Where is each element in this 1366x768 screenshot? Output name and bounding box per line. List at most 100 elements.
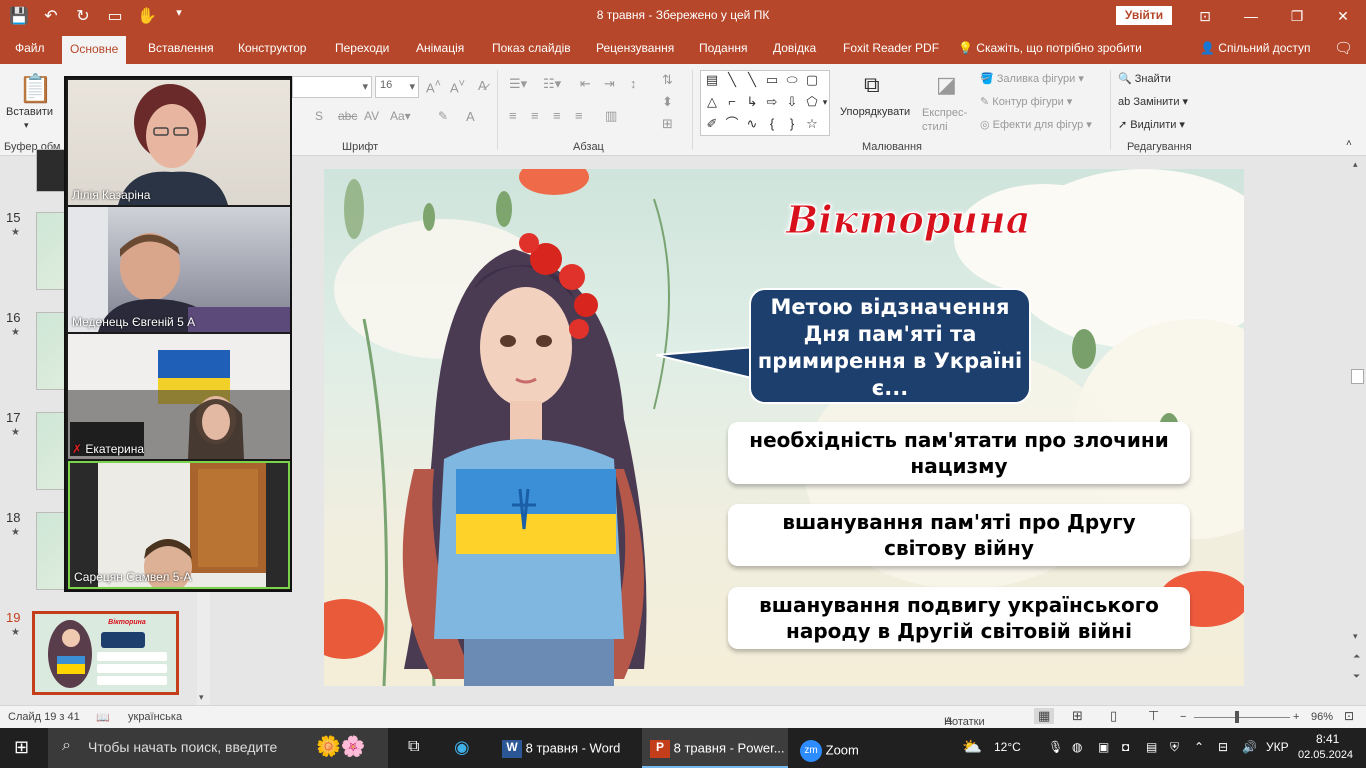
taskbar-app-zoom[interactable]: zm Zoom: [792, 728, 892, 768]
spellcheck-icon[interactable]: 📖: [96, 711, 110, 724]
taskbar-app-word[interactable]: W 8 травня - Word: [494, 728, 640, 768]
quick-styles-button[interactable]: Експрес-стилі: [922, 106, 974, 134]
keyboard-language[interactable]: УКР: [1266, 740, 1289, 754]
elbow-connector-icon[interactable]: ⌐: [724, 95, 740, 109]
zoom-slider[interactable]: [1194, 717, 1290, 718]
slide-title[interactable]: Вікторина: [785, 197, 1030, 243]
close-icon[interactable]: ✕: [1320, 0, 1366, 32]
windows-start-icon[interactable]: ⊞: [14, 737, 29, 758]
video-tile[interactable]: ✗ Екатерина: [68, 334, 290, 459]
justify-icon[interactable]: ≡: [575, 108, 583, 123]
shape-outline-button[interactable]: ✎ Контур фігури ▾: [980, 95, 1072, 108]
strikethrough-icon[interactable]: abc: [338, 109, 357, 123]
font-color-icon[interactable]: A: [466, 109, 475, 124]
current-slide[interactable]: Вікторина Метою відзначення Дня пам'яті …: [324, 169, 1244, 686]
normal-view-icon[interactable]: ▦: [1034, 708, 1055, 724]
security-icon[interactable]: ⛨: [1170, 740, 1179, 755]
video-tile[interactable]: Лілія Казаріна: [68, 80, 290, 205]
right-brace-icon[interactable]: }: [784, 117, 800, 131]
slide-scrollbar[interactable]: ▴ ▾ ⏶ ⏷: [1349, 157, 1366, 705]
next-slide-icon[interactable]: ⏷: [1353, 671, 1360, 682]
weather-temperature[interactable]: 12°C: [994, 740, 1021, 754]
task-view-icon[interactable]: ⧉: [408, 738, 419, 756]
triangle-shape-icon[interactable]: △: [704, 95, 720, 109]
left-brace-icon[interactable]: {: [764, 117, 780, 131]
arc-shape-icon[interactable]: ⌒: [724, 117, 740, 131]
clock-time[interactable]: 8:41: [1316, 732, 1339, 746]
slideshow-view-icon[interactable]: ⊤: [1148, 708, 1159, 724]
tab-review[interactable]: Рецензування: [596, 41, 674, 55]
weather-icon[interactable]: ⛅: [962, 737, 982, 757]
tab-foxit[interactable]: Foxit Reader PDF: [843, 41, 939, 55]
zoom-tray-icon[interactable]: ◍: [1072, 740, 1082, 754]
zoom-level[interactable]: 96%: [1311, 711, 1333, 723]
rectangle-shape-icon[interactable]: ▭: [764, 73, 780, 87]
sign-in-button[interactable]: Увійти: [1116, 6, 1172, 25]
minimize-icon[interactable]: —: [1228, 0, 1274, 32]
taskbar-app-powerpoint[interactable]: P 8 травня - Power...: [642, 728, 788, 768]
rounded-rect-shape-icon[interactable]: ▢: [804, 73, 820, 87]
increase-indent-icon[interactable]: ⇥: [604, 76, 615, 92]
tab-transitions[interactable]: Переходи: [335, 41, 389, 55]
paste-icon[interactable]: 📋: [18, 72, 53, 105]
video-tile[interactable]: Меденець Євгеній 5 А: [68, 207, 290, 332]
grow-font-icon[interactable]: A˄: [426, 78, 441, 95]
freeform-shape-icon[interactable]: ✐: [704, 117, 720, 131]
language-indicator[interactable]: українська: [128, 711, 182, 723]
video-tile-active-speaker[interactable]: Сарецян Самвел 5-А: [68, 461, 290, 589]
tab-home[interactable]: Основне: [62, 36, 127, 64]
highlight-icon[interactable]: ✎: [438, 109, 448, 123]
change-case-icon[interactable]: Aa▾: [390, 109, 411, 123]
question-bubble[interactable]: Метою відзначення Дня пам'яті та примире…: [749, 288, 1031, 404]
volume-icon[interactable]: 🔊: [1242, 740, 1257, 754]
tab-slideshow[interactable]: Показ слайдів: [492, 41, 571, 55]
down-arrow-shape-icon[interactable]: ⇩: [784, 95, 800, 109]
restore-icon[interactable]: ❐: [1274, 0, 1320, 32]
curve-shape-icon[interactable]: ∿: [744, 117, 760, 131]
shadow-text-icon[interactable]: S: [315, 109, 323, 123]
font-name-box[interactable]: ▾: [292, 76, 372, 98]
taskbar-search-box[interactable]: ⌕ Чтобы начать поиск, введите 🌼🌸: [48, 728, 388, 768]
textbox-shape-icon[interactable]: ▤: [704, 73, 720, 87]
answer-option-1[interactable]: необхідність пам'ятати про злочини нациз…: [728, 422, 1190, 484]
select-button[interactable]: ➚ Виділити ▾: [1118, 118, 1185, 131]
text-direction-icon[interactable]: ⇅: [662, 72, 673, 88]
star-shape-icon[interactable]: ☆: [804, 117, 820, 131]
scroll-thumb[interactable]: [1351, 369, 1364, 384]
answer-option-3[interactable]: вшанування подвигу українського народу в…: [728, 587, 1190, 649]
align-left-icon[interactable]: ≡: [509, 108, 517, 123]
tray-app-icon[interactable]: ▣: [1098, 740, 1109, 754]
paste-button[interactable]: Вставити: [6, 106, 53, 118]
right-arrow-shape-icon[interactable]: ⇨: [764, 95, 780, 109]
tray-app3-icon[interactable]: ▤: [1146, 740, 1157, 754]
shape-fill-button[interactable]: 🪣 Заливка фігури ▾: [980, 72, 1084, 85]
align-center-icon[interactable]: ≡: [531, 108, 539, 123]
ribbon-display-icon[interactable]: ⊡: [1182, 0, 1228, 32]
smartart-icon[interactable]: ⊞: [662, 116, 673, 132]
microphone-icon[interactable]: 🎙: [1048, 740, 1063, 754]
bullets-icon[interactable]: ☰▾: [509, 76, 527, 92]
tray-expand-icon[interactable]: ⌃: [1194, 740, 1204, 754]
scroll-up-icon[interactable]: ▴: [1353, 159, 1358, 170]
line-shape-icon[interactable]: ╲: [724, 73, 740, 87]
arrange-icon[interactable]: ⧉: [864, 72, 880, 98]
replace-button[interactable]: ab Замінити ▾: [1118, 95, 1188, 108]
network-icon[interactable]: ⊟: [1218, 740, 1228, 754]
zoom-in-icon[interactable]: +: [1293, 711, 1299, 723]
elbow-arrow-icon[interactable]: ↳: [744, 95, 760, 109]
reading-view-icon[interactable]: ▯: [1110, 708, 1117, 724]
numbering-icon[interactable]: ☷▾: [543, 76, 561, 92]
tab-design[interactable]: Конструктор: [238, 41, 306, 55]
arrange-button[interactable]: Упорядкувати: [840, 106, 910, 118]
gallery-more-icon[interactable]: ▾: [817, 95, 833, 109]
shrink-font-icon[interactable]: A˅: [450, 78, 465, 95]
tray-app2-icon[interactable]: ◘: [1122, 740, 1129, 754]
font-size-box[interactable]: 16 ▾: [375, 76, 419, 98]
edge-browser-icon[interactable]: ◉: [454, 737, 470, 758]
shapes-gallery[interactable]: ▤ ╲ ╲ ▭ ⬭ ▢ △ ⌐ ↳ ⇨ ⇩ ⬠ ✐ ⌒ ∿ { } ☆ ▾: [700, 70, 830, 136]
slide-sorter-icon[interactable]: ⊞: [1072, 708, 1083, 724]
clock-date[interactable]: 02.05.2024: [1298, 749, 1353, 761]
line2-shape-icon[interactable]: ╲: [744, 73, 760, 87]
oval-shape-icon[interactable]: ⬭: [784, 73, 800, 87]
quick-styles-icon[interactable]: ◪: [936, 72, 957, 98]
